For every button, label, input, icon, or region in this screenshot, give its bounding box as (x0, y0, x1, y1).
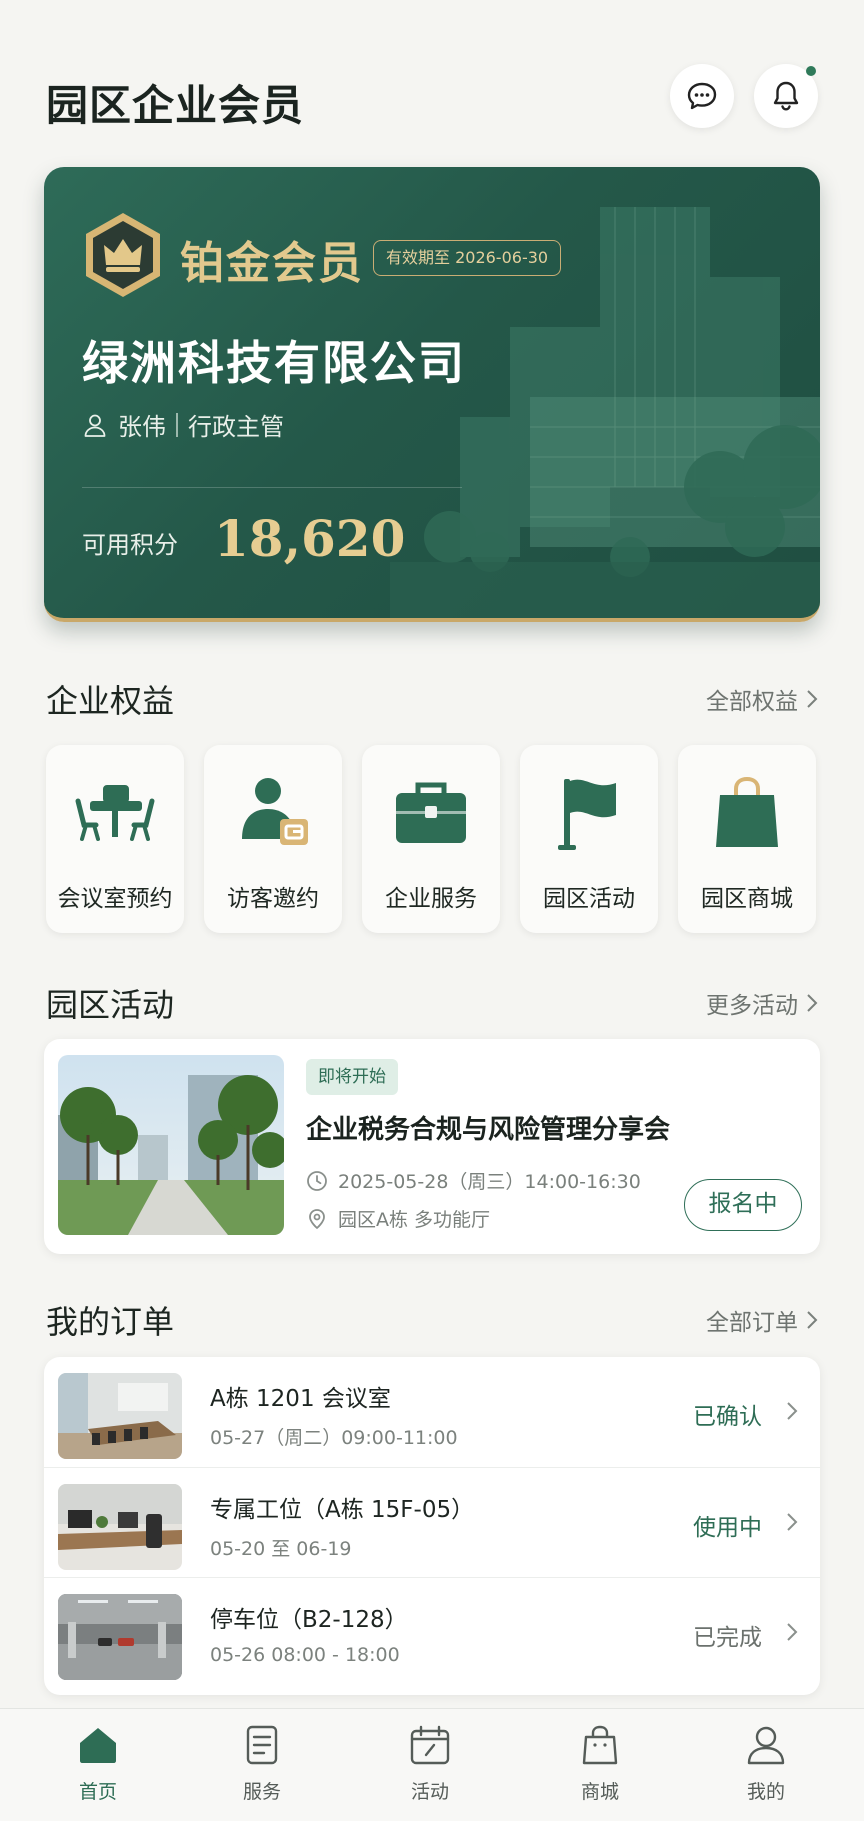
order-title: 专属工位（A栋 15F-05） (210, 1497, 475, 1523)
points-label: 可用积分 (82, 531, 178, 559)
briefcase-icon (396, 782, 466, 843)
shopping-bag-icon (716, 776, 778, 847)
crown-badge-icon (86, 213, 160, 297)
location-pin-icon (309, 1208, 325, 1229)
person-icon (747, 1726, 785, 1765)
header: 园区企业会员 (46, 62, 818, 132)
chevron-right-icon (807, 690, 818, 708)
workstation-photo (58, 1484, 182, 1570)
notification-button[interactable] (754, 64, 818, 128)
activities-title: 园区活动 (46, 986, 175, 1024)
all-orders-link[interactable]: 全部订单 (706, 1303, 818, 1337)
benefit-visitor[interactable]: 访客邀约 (204, 745, 342, 933)
tab-label: 首页 (78, 1781, 117, 1803)
chevron-right-icon (807, 994, 818, 1012)
order-time: 05-27（周二）09:00-11:00 (210, 1427, 458, 1449)
benefit-label: 园区活动 (543, 886, 635, 912)
order-time: 05-20 至 06-19 (210, 1538, 352, 1560)
event-time: 2025-05-28（周三）14:00-16:30 (306, 1167, 641, 1194)
company-name: 绿洲科技有限公司 (82, 336, 466, 390)
tab-mall[interactable]: 商城 (540, 1723, 660, 1804)
document-icon (246, 1725, 278, 1765)
member-card[interactable]: 铂金会员 有效期至 2026-06-30 绿洲科技有限公司 张伟 行政主管 可用… (44, 167, 820, 622)
event-location: 园区A栋 多功能厅 (306, 1205, 490, 1232)
tab-profile[interactable]: 我的 (706, 1723, 826, 1804)
order-row[interactable]: A栋 1201 会议室 05-27（周二）09:00-11:00 已确认 (44, 1357, 820, 1467)
event-card[interactable]: 即将开始 企业税务合规与风险管理分享会 2025-05-28（周三）14:00-… (44, 1039, 820, 1254)
tab-services[interactable]: 服务 (202, 1723, 322, 1804)
member-level: 铂金会员 (180, 238, 364, 289)
order-title: A栋 1201 会议室 (210, 1386, 391, 1412)
validity-badge: 有效期至 2026-06-30 (373, 240, 562, 276)
user-name: 张伟 (118, 413, 166, 441)
chevron-right-icon (807, 1311, 818, 1329)
chevron-right-icon (787, 1623, 798, 1641)
benefit-label: 园区商城 (701, 886, 793, 912)
tab-home[interactable]: 首页 (38, 1723, 158, 1804)
meeting-room-photo (58, 1373, 182, 1459)
order-status: 已确认 (693, 1404, 762, 1430)
tab-label: 商城 (580, 1781, 619, 1803)
event-location-text: 园区A栋 多功能厅 (338, 1209, 491, 1231)
benefit-label: 企业服务 (385, 886, 477, 912)
benefit-enterprise-service[interactable]: 企业服务 (362, 745, 500, 933)
benefits-grid: 会议室预约 访客邀约 企业服务 园区活动 园区商城 (46, 745, 816, 933)
shopping-bag-icon (582, 1725, 618, 1765)
more-activities-label: 更多活动 (706, 993, 798, 1019)
chevron-right-icon (787, 1402, 798, 1420)
benefit-meeting-room[interactable]: 会议室预约 (46, 745, 184, 933)
clock-icon (307, 1170, 327, 1191)
user-icon (84, 414, 106, 437)
home-icon (80, 1728, 116, 1763)
order-row[interactable]: 专属工位（A栋 15F-05） 05-20 至 06-19 使用中 (44, 1467, 820, 1577)
event-status-tag: 即将开始 (306, 1059, 398, 1095)
tab-activities[interactable]: 活动 (370, 1723, 490, 1804)
page-title: 园区企业会员 (46, 81, 305, 130)
order-title: 停车位（B2-128） (210, 1607, 408, 1633)
meeting-room-icon (75, 785, 155, 841)
benefit-label: 会议室预约 (57, 886, 173, 912)
chevron-right-icon (787, 1513, 798, 1531)
order-time: 05-26 08:00 - 18:00 (210, 1644, 400, 1666)
benefit-park-activity[interactable]: 园区活动 (520, 745, 658, 933)
chat-bubble-icon (687, 82, 717, 110)
signup-button[interactable]: 报名中 (684, 1179, 802, 1231)
card-divider (82, 487, 462, 488)
order-row[interactable]: 停车位（B2-128） 05-26 08:00 - 18:00 已完成 (44, 1577, 820, 1687)
divider (176, 412, 178, 437)
tab-label: 我的 (746, 1781, 785, 1803)
unread-dot (806, 66, 816, 76)
parking-photo (58, 1594, 182, 1680)
event-title: 企业税务合规与风险管理分享会 (306, 1115, 671, 1145)
user-role: 行政主管 (188, 413, 284, 441)
tab-label: 活动 (410, 1781, 449, 1803)
calendar-icon (410, 1725, 450, 1765)
benefits-title: 企业权益 (46, 682, 175, 720)
benefit-label: 访客邀约 (227, 886, 319, 912)
event-image (58, 1055, 284, 1235)
event-time-text: 2025-05-28（周三）14:00-16:30 (338, 1171, 641, 1193)
more-activities-link[interactable]: 更多活动 (706, 986, 818, 1020)
benefit-park-mall[interactable]: 园区商城 (678, 745, 816, 933)
buildings-illustration (390, 207, 820, 618)
all-benefits-link[interactable]: 全部权益 (706, 682, 818, 716)
bell-icon (773, 81, 799, 111)
app-root: 园区企业会员 铂金会员 有效期至 2026-06-30 绿洲科技有限公司 张伟 … (0, 0, 864, 1821)
tab-label: 服务 (242, 1781, 281, 1803)
order-status: 已完成 (693, 1625, 762, 1651)
message-button[interactable] (670, 64, 734, 128)
orders-list: A栋 1201 会议室 05-27（周二）09:00-11:00 已确认 专属工… (44, 1357, 820, 1695)
order-status: 使用中 (693, 1515, 762, 1541)
all-orders-label: 全部订单 (706, 1310, 798, 1336)
visitor-icon (242, 778, 308, 845)
all-benefits-label: 全部权益 (706, 689, 798, 715)
user-info: 张伟 行政主管 (82, 407, 284, 442)
bottom-tab-bar: 首页 服务 活动 商城 我的 (0, 1708, 864, 1821)
orders-title: 我的订单 (46, 1303, 175, 1341)
flag-icon (558, 779, 616, 850)
points-value: 18,620 (214, 509, 406, 568)
